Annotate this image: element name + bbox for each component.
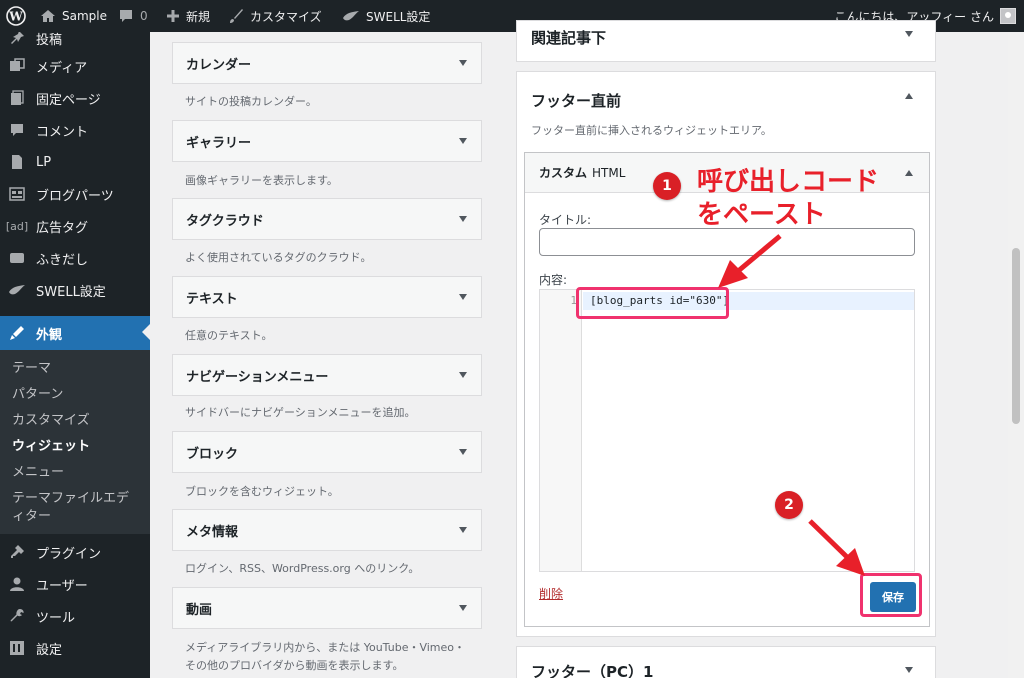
callout-line-1: 呼び出しコード — [697, 167, 880, 197]
callout-line-2: をペースト — [697, 200, 826, 230]
step-badge-1: 1 — [653, 172, 681, 200]
annotation-arrows — [718, 234, 865, 576]
step-badge-2: 2 — [775, 491, 803, 519]
arrow-line-2 — [808, 519, 850, 560]
arrow-line-1 — [735, 234, 782, 274]
